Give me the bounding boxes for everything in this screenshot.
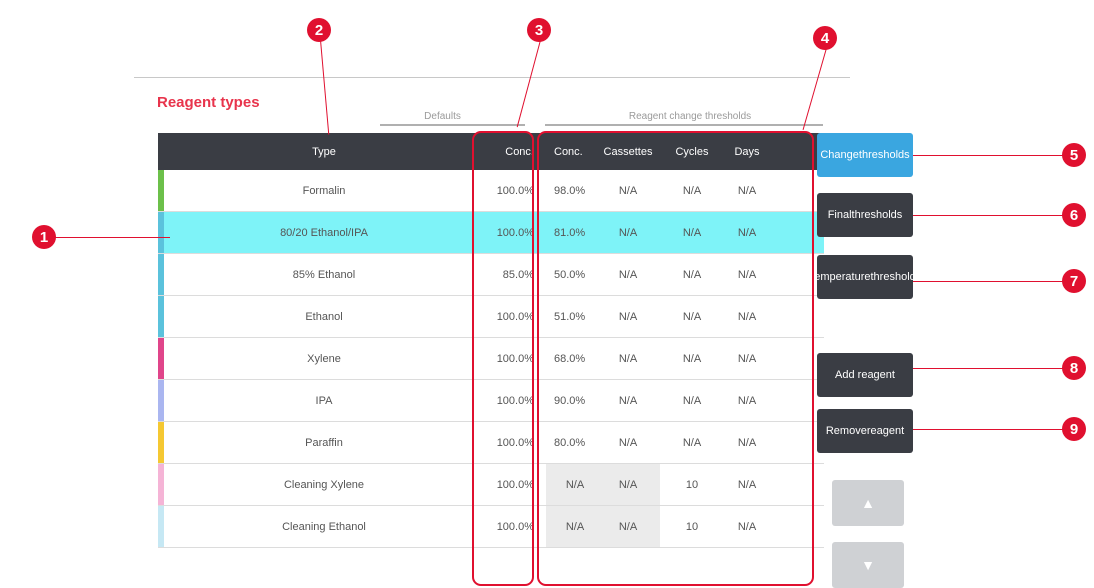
callout-7-leader	[913, 281, 1063, 282]
final-thresholds-button[interactable]: Final thresholds	[817, 193, 913, 237]
thresholds-group-label: Reagent change thresholds	[628, 111, 752, 122]
temperature-thresholds-button[interactable]: Temperature thresholds	[809, 255, 921, 299]
cell-type: Cleaning Xylene	[283, 478, 365, 491]
cell-type: Formalin	[302, 184, 346, 197]
cell-type: IPA	[315, 394, 333, 407]
arrow-down-icon: ▼	[861, 557, 875, 573]
cell-type: Xylene	[307, 352, 341, 365]
page-title: Reagent types	[157, 94, 260, 111]
callout-6: 6	[1062, 203, 1086, 227]
callout-3-leader	[516, 40, 541, 128]
callout-8: 8	[1062, 356, 1086, 380]
callout-1-leader	[44, 237, 170, 238]
callout-6-leader	[913, 215, 1063, 216]
cell-type: Paraffin	[305, 436, 343, 449]
conc-column-highlight	[472, 131, 534, 586]
callout-8-leader	[913, 368, 1063, 369]
callout-9-leader	[913, 429, 1063, 430]
change-thresholds-button[interactable]: Change thresholds	[817, 133, 913, 177]
header-type[interactable]: Type	[164, 146, 484, 158]
callout-4: 4	[813, 26, 837, 50]
add-reagent-button[interactable]: Add reagent	[817, 353, 913, 397]
cell-type: 80/20 Ethanol/IPA	[280, 226, 368, 239]
thresholds-group-line	[545, 124, 823, 126]
callout-2-leader	[320, 39, 330, 135]
cell-type: 85% Ethanol	[292, 268, 356, 281]
arrow-up-icon: ▲	[861, 495, 875, 511]
thresholds-columns-highlight	[537, 131, 814, 586]
callout-2: 2	[307, 18, 331, 42]
remove-reagent-button[interactable]: Remove reagent	[817, 409, 913, 453]
callout-5: 5	[1062, 143, 1086, 167]
callout-5-leader	[913, 155, 1063, 156]
defaults-group-line	[380, 124, 525, 126]
top-divider	[134, 77, 850, 78]
scroll-down-button[interactable]: ▼	[832, 542, 904, 588]
scroll-up-button[interactable]: ▲	[832, 480, 904, 526]
defaults-group-label: Defaults	[424, 111, 461, 122]
callout-3: 3	[527, 18, 551, 42]
callout-7: 7	[1062, 269, 1086, 293]
callout-9: 9	[1062, 417, 1086, 441]
cell-type: Cleaning Ethanol	[282, 520, 366, 533]
cell-type: Ethanol	[305, 310, 343, 323]
callout-1: 1	[32, 225, 56, 249]
